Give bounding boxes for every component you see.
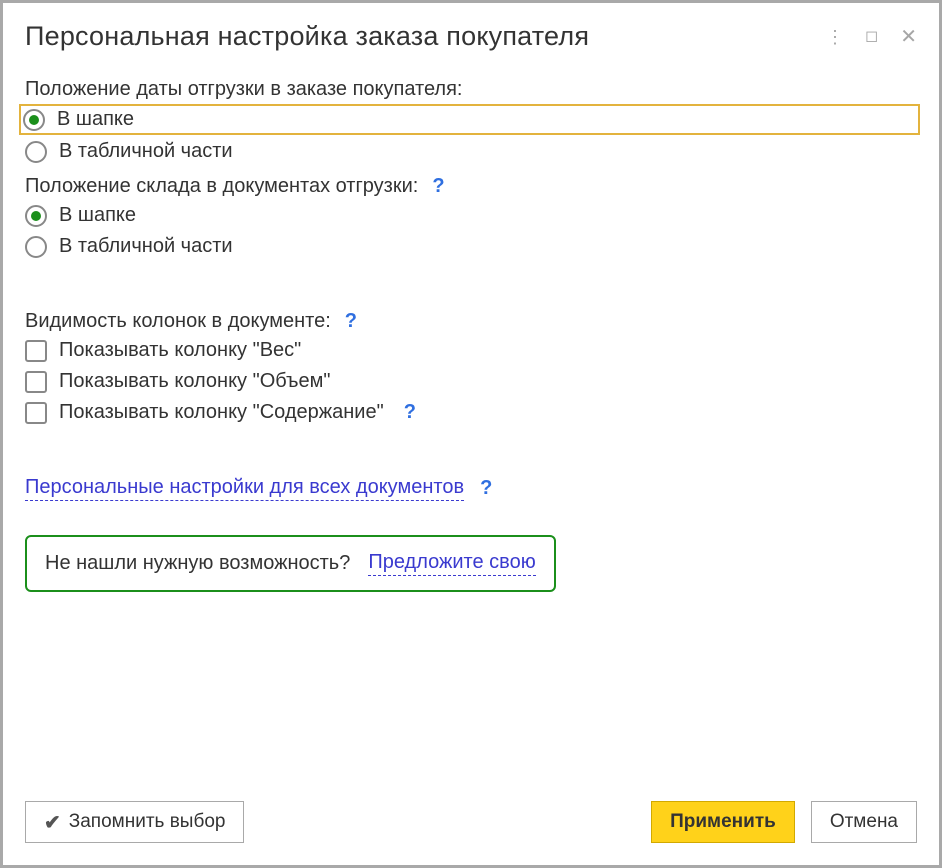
checkbox-icon — [25, 371, 47, 393]
button-label: Запомнить выбор — [69, 811, 226, 833]
cancel-button[interactable]: Отмена — [811, 801, 917, 843]
radio-label: В шапке — [57, 108, 134, 131]
remember-button[interactable]: ✔ Запомнить выбор — [25, 801, 244, 843]
warehouse-position-label: Положение склада в документах отгрузки: — [25, 175, 418, 198]
radio-warehouse-table[interactable]: В табличной части — [25, 235, 917, 258]
suggest-box: Не нашли нужную возможность? Предложите … — [25, 535, 556, 592]
help-icon[interactable]: ? — [480, 477, 492, 500]
all-docs-link[interactable]: Персональные настройки для всех документ… — [25, 476, 464, 501]
checkbox-show-volume[interactable]: Показывать колонку "Объем" — [25, 370, 917, 393]
radio-icon — [23, 109, 45, 131]
button-label: Отмена — [830, 811, 898, 833]
checkbox-label: Показывать колонку "Содержание" — [59, 401, 384, 424]
apply-button[interactable]: Применить — [651, 801, 795, 843]
checkbox-icon — [25, 402, 47, 424]
radio-label: В табличной части — [59, 235, 233, 258]
radio-warehouse-header[interactable]: В шапке — [25, 204, 917, 227]
checkbox-icon — [25, 340, 47, 362]
checkbox-show-content[interactable]: Показывать колонку "Содержание" ? — [25, 401, 917, 424]
radio-icon — [25, 236, 47, 258]
ship-date-position-label: Положение даты отгрузки в заказе покупат… — [25, 78, 917, 101]
window-controls: ⋮ ◻ ✕ — [826, 27, 917, 47]
radio-label: В табличной части — [59, 140, 233, 163]
radio-ship-date-table[interactable]: В табличной части — [25, 140, 917, 163]
radio-icon — [25, 205, 47, 227]
ship-date-position-group: Положение даты отгрузки в заказе покупат… — [25, 78, 917, 171]
maximize-icon[interactable]: ◻ — [865, 29, 878, 45]
warehouse-position-label-row: Положение склада в документах отгрузки: … — [25, 175, 917, 198]
suggest-text: Не нашли нужную возможность? — [45, 552, 350, 575]
dialog-title: Персональная настройка заказа покупателя — [25, 21, 589, 52]
help-icon[interactable]: ? — [404, 401, 416, 424]
help-icon[interactable]: ? — [432, 175, 444, 198]
title-bar: Персональная настройка заказа покупателя… — [25, 21, 917, 52]
radio-ship-date-header[interactable]: В шапке — [22, 107, 917, 132]
kebab-icon[interactable]: ⋮ — [826, 28, 843, 46]
settings-dialog: Персональная настройка заказа покупателя… — [0, 0, 942, 868]
check-icon: ✔ — [44, 810, 61, 835]
suggest-link[interactable]: Предложите свою — [368, 551, 535, 576]
checkbox-label: Показывать колонку "Объем" — [59, 370, 331, 393]
column-visibility-group: Видимость колонок в документе: ? Показыв… — [25, 310, 917, 432]
column-visibility-label-row: Видимость колонок в документе: ? — [25, 310, 917, 333]
warehouse-position-group: Положение склада в документах отгрузки: … — [25, 175, 917, 266]
column-visibility-label: Видимость колонок в документе: — [25, 310, 331, 333]
close-icon[interactable]: ✕ — [900, 27, 917, 47]
button-bar: ✔ Запомнить выбор Применить Отмена — [25, 801, 917, 843]
all-docs-link-row: Персональные настройки для всех документ… — [25, 476, 917, 501]
help-icon[interactable]: ? — [345, 310, 357, 333]
checkbox-label: Показывать колонку "Вес" — [59, 339, 301, 362]
checkbox-show-weight[interactable]: Показывать колонку "Вес" — [25, 339, 917, 362]
radio-icon — [25, 141, 47, 163]
button-label: Применить — [670, 811, 776, 833]
radio-label: В шапке — [59, 204, 136, 227]
